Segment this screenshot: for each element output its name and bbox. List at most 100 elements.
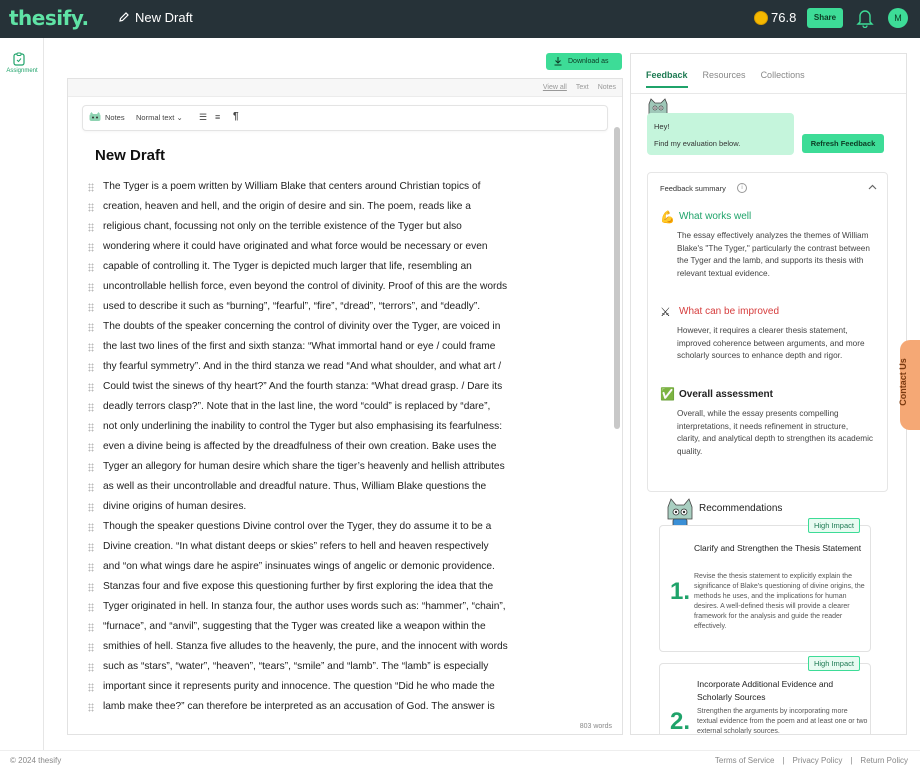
- document-line[interactable]: capable of controlling it. The Tyger is …: [88, 257, 608, 277]
- editor-scrollbar[interactable]: [614, 127, 620, 429]
- drag-handle-icon[interactable]: [88, 183, 94, 192]
- paragraph-icon[interactable]: ¶: [233, 111, 239, 122]
- numbered-list-icon[interactable]: ≡: [215, 112, 220, 122]
- view-all-link[interactable]: View all: [543, 84, 567, 91]
- overall-title: Overall assessment: [679, 389, 773, 400]
- document-line[interactable]: religious chant, focussing not only on t…: [88, 217, 608, 237]
- document-line[interactable]: important since it represents purity and…: [88, 677, 608, 697]
- drag-handle-icon[interactable]: [88, 543, 94, 552]
- view-notes-link[interactable]: Notes: [598, 84, 616, 91]
- document-line[interactable]: creation, heaven and hell, and the origi…: [88, 197, 608, 217]
- drag-handle-icon[interactable]: [88, 443, 94, 452]
- document-line[interactable]: even a divine being is affected by the d…: [88, 437, 608, 457]
- drag-handle-icon[interactable]: [88, 263, 94, 272]
- recommendation-number: 2.: [670, 708, 691, 735]
- document-line[interactable]: Could twist the sinews of thy heart?” An…: [88, 377, 608, 397]
- bell-icon[interactable]: [856, 8, 874, 29]
- pencil-icon[interactable]: [118, 11, 130, 23]
- check-icon: ✅: [660, 387, 675, 401]
- drag-handle-icon[interactable]: [88, 403, 94, 412]
- document-line-text: Could twist the sinews of thy heart?” An…: [103, 381, 503, 392]
- avatar[interactable]: M: [888, 8, 908, 28]
- document-line[interactable]: The Tyger is a poem written by William B…: [88, 177, 608, 197]
- chevron-up-icon[interactable]: [868, 182, 877, 192]
- drag-handle-icon[interactable]: [88, 643, 94, 652]
- tab-feedback[interactable]: Feedback: [646, 70, 688, 88]
- document-line-text: smithies of hell. Stanza five alludes to…: [103, 641, 508, 652]
- document-line-text: deadly terrors clasp?”. Note that in the…: [103, 401, 491, 412]
- document-line[interactable]: divine origins of human desires.: [88, 497, 608, 517]
- document-line[interactable]: wondering where it could have originated…: [88, 237, 608, 257]
- document-line[interactable]: Divine creation. “In what distant deeps …: [88, 537, 608, 557]
- drag-handle-icon[interactable]: [88, 243, 94, 252]
- download-button[interactable]: Download as: [546, 53, 622, 70]
- document-line[interactable]: uncontrollable hellish force, even beyon…: [88, 277, 608, 297]
- document-line[interactable]: not only underlining the inability to co…: [88, 417, 608, 437]
- refresh-feedback-button[interactable]: Refresh Feedback: [802, 134, 884, 153]
- drag-handle-icon[interactable]: [88, 663, 94, 672]
- document-line[interactable]: deadly terrors clasp?”. Note that in the…: [88, 397, 608, 417]
- clipboard-icon[interactable]: [12, 52, 26, 66]
- sidebar-item-assignment[interactable]: Assignment: [0, 68, 44, 74]
- drag-handle-icon[interactable]: [88, 383, 94, 392]
- document-line[interactable]: Tyger an allegory for human desire which…: [88, 457, 608, 477]
- recommendation-card-2[interactable]: High Impact 2. Incorporate Additional Ev…: [659, 656, 871, 735]
- drag-handle-icon[interactable]: [88, 563, 94, 572]
- drag-handle-icon[interactable]: [88, 523, 94, 532]
- view-text-link[interactable]: Text: [576, 84, 589, 91]
- drag-handle-icon[interactable]: [88, 603, 94, 612]
- document-body[interactable]: The Tyger is a poem written by William B…: [88, 177, 608, 717]
- drag-handle-icon[interactable]: [88, 223, 94, 232]
- drag-handle-icon[interactable]: [88, 423, 94, 432]
- document-line[interactable]: used to describe it such as “burning”, “…: [88, 297, 608, 317]
- bullet-list-icon[interactable]: ☰: [199, 112, 207, 123]
- drag-handle-icon[interactable]: [88, 303, 94, 312]
- drag-handle-icon[interactable]: [88, 343, 94, 352]
- drag-handle-icon[interactable]: [88, 463, 94, 472]
- document-line-text: religious chant, focussing not only on t…: [103, 221, 462, 232]
- logo[interactable]: thesify.: [9, 6, 89, 30]
- share-button[interactable]: Share: [807, 8, 843, 28]
- drag-handle-icon[interactable]: [88, 623, 94, 632]
- contact-us-tab[interactable]: Contact Us: [898, 340, 920, 430]
- drag-handle-icon[interactable]: [88, 483, 94, 492]
- document-line[interactable]: smithies of hell. Stanza five alludes to…: [88, 637, 608, 657]
- document-line[interactable]: lamb make thee?” can therefore be interp…: [88, 697, 608, 717]
- tab-resources[interactable]: Resources: [703, 70, 746, 88]
- download-label: Download as: [568, 58, 609, 65]
- document-line[interactable]: thy fearful symmetry”. And in the third …: [88, 357, 608, 377]
- draft-title[interactable]: New Draft: [135, 10, 193, 25]
- document-line[interactable]: and “on what wings dare he aspire” insin…: [88, 557, 608, 577]
- drag-handle-icon[interactable]: [88, 323, 94, 332]
- terms-link[interactable]: Terms of Service: [715, 756, 775, 765]
- document-line[interactable]: “furnace”, and “anvil”, suggesting that …: [88, 617, 608, 637]
- document-line[interactable]: the last two lines of the first and sixt…: [88, 337, 608, 357]
- recommendation-card-1[interactable]: High Impact 1. Clarify and Strengthen th…: [659, 518, 871, 652]
- privacy-link[interactable]: Privacy Policy: [793, 756, 843, 765]
- app-root: thesify. New Draft 76.8 Share M Assignme…: [0, 0, 920, 768]
- info-icon[interactable]: i: [737, 183, 747, 193]
- document-line[interactable]: Stanzas four and five expose this questi…: [88, 577, 608, 597]
- notes-button[interactable]: Notes: [105, 113, 125, 122]
- document-line[interactable]: as well as their uncontrollable and drea…: [88, 477, 608, 497]
- chevron-down-icon: ⌄: [176, 113, 183, 122]
- drag-handle-icon[interactable]: [88, 703, 94, 712]
- document-line[interactable]: Tyger originated in hell. In stanza four…: [88, 597, 608, 617]
- document-line[interactable]: The doubts of the speaker concerning the…: [88, 317, 608, 337]
- drag-handle-icon[interactable]: [88, 363, 94, 372]
- text-style-dropdown[interactable]: Normal text ⌄: [136, 113, 183, 122]
- drag-handle-icon[interactable]: [88, 583, 94, 592]
- drag-handle-icon[interactable]: [88, 683, 94, 692]
- greeting-text: Hey!: [654, 122, 670, 131]
- drag-handle-icon[interactable]: [88, 203, 94, 212]
- return-policy-link[interactable]: Return Policy: [860, 756, 908, 765]
- drag-handle-icon[interactable]: [88, 503, 94, 512]
- view-links: View all Text Notes: [543, 84, 616, 91]
- doc-title[interactable]: New Draft: [95, 147, 165, 164]
- drag-handle-icon[interactable]: [88, 283, 94, 292]
- document-line[interactable]: Though the speaker questions Divine cont…: [88, 517, 608, 537]
- document-line-text: the last two lines of the first and sixt…: [103, 341, 496, 352]
- document-line[interactable]: such as “stars”, “water”, “heaven”, “tea…: [88, 657, 608, 677]
- tab-collections[interactable]: Collections: [761, 70, 805, 88]
- recommendation-title: Incorporate Additional Evidence and Scho…: [697, 679, 834, 702]
